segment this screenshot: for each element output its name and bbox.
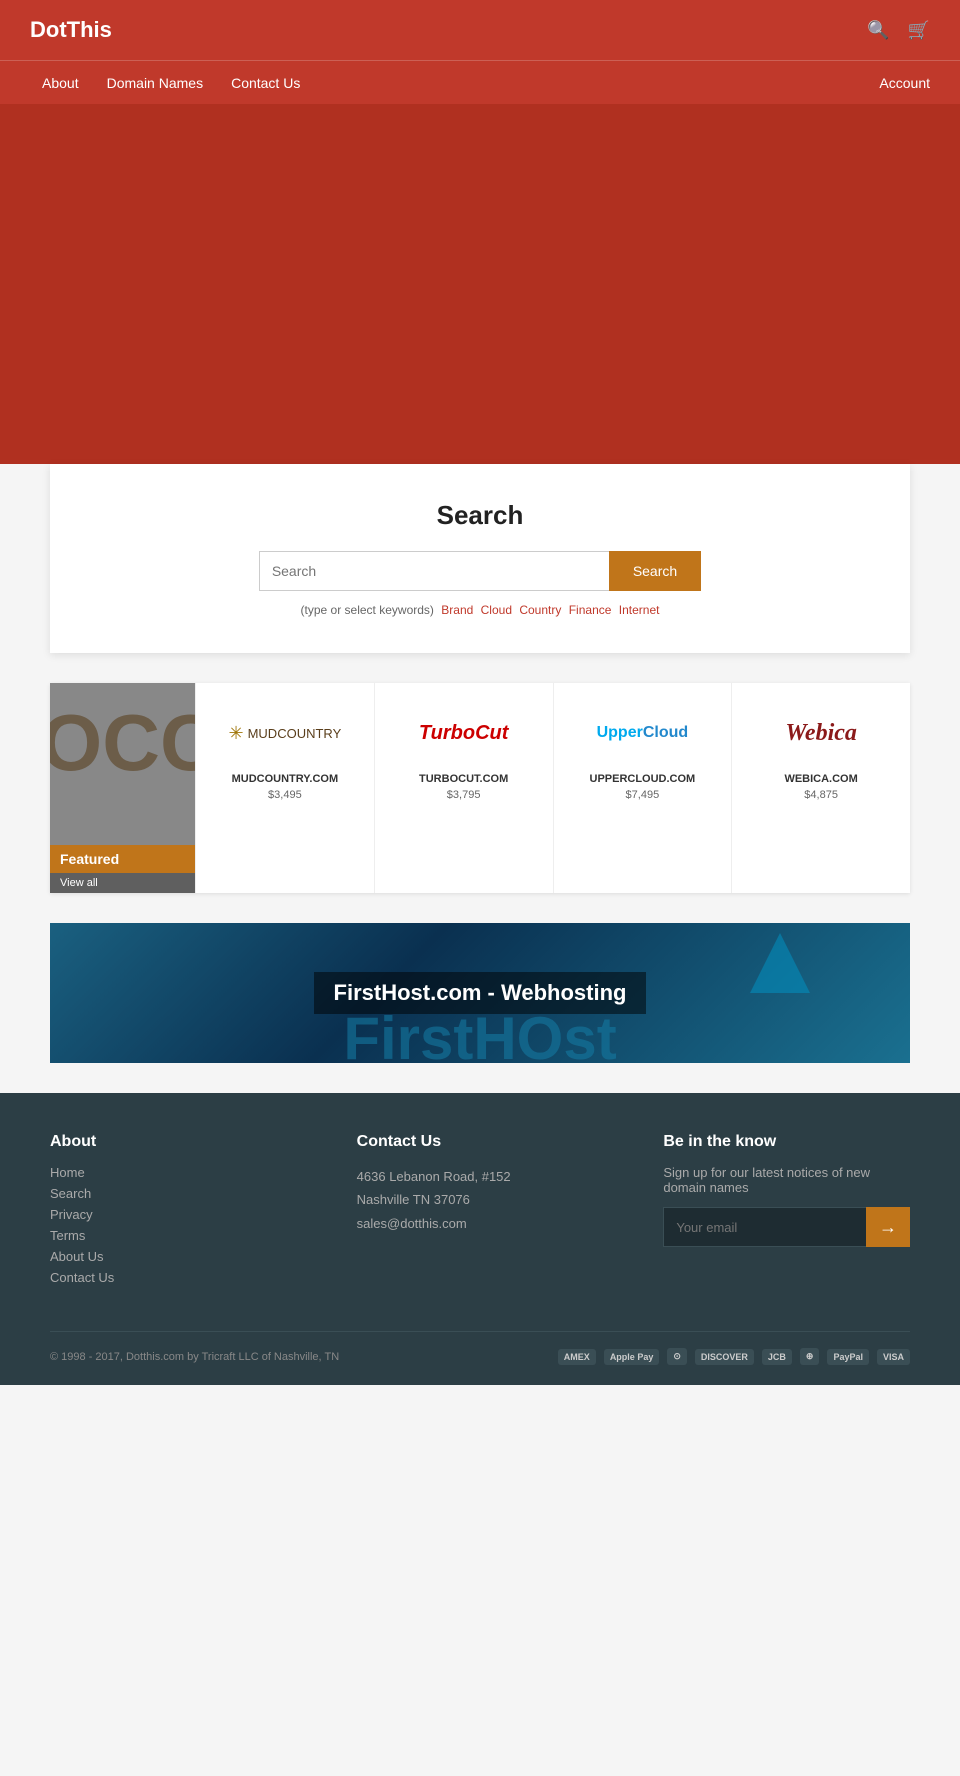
keyword-internet[interactable]: Internet [619, 603, 660, 617]
nav-left: About Domain Names Contact Us [30, 67, 312, 99]
footer-address-email: sales@dotthis.com [357, 1212, 604, 1235]
product-card-mudcountry[interactable]: ✳ MUDCOUNTRY MUDCOUNTRY.COM $3,495 [195, 683, 374, 893]
cart-icon[interactable]: 🛒 [908, 20, 930, 41]
product-card-turbocut[interactable]: TurboCut TURBOCUT.COM $3,795 [374, 683, 553, 893]
keyword-brand[interactable]: Brand [441, 603, 473, 617]
footer-newsletter-text: Sign up for our latest notices of new do… [663, 1165, 910, 1195]
firsthost-banner[interactable]: FirstHOst FirstHost.com - Webhosting [50, 923, 910, 1063]
mudcountry-sun-icon: ✳ [229, 723, 244, 744]
search-row: Search [90, 551, 870, 591]
footer-copyright: © 1998 - 2017, Dotthis.com by Tricraft L… [50, 1351, 339, 1363]
top-header: DotThis 🔍 🛒 [0, 0, 960, 60]
footer-address-line1: 4636 Lebanon Road, #152 [357, 1165, 604, 1188]
product-logo-webica: Webica [742, 703, 900, 763]
payment-paypal: PayPal [827, 1349, 869, 1365]
product-name-webica: WEBICA.COM [742, 773, 900, 785]
product-price-mudcountry: $3,495 [206, 789, 364, 801]
products-section: OCC Featured View all ✳ MUDCOUNTRY MUDCO… [0, 653, 960, 923]
product-name-turbocut: TURBOCUT.COM [385, 773, 543, 785]
mudcountry-logo-text: MUDCOUNTRY [248, 726, 342, 741]
nav-account[interactable]: Account [879, 75, 930, 91]
product-card-uppercloud[interactable]: UpperCloud UPPERCLOUD.COM $7,495 [553, 683, 732, 893]
footer-address: 4636 Lebanon Road, #152 Nashville TN 370… [357, 1165, 604, 1235]
footer-link-about-us[interactable]: About Us [50, 1249, 297, 1264]
header-icons: 🔍 🛒 [867, 20, 930, 41]
search-section: Search Search (type or select keywords) … [50, 464, 910, 653]
newsletter-email-input[interactable] [663, 1207, 866, 1247]
payment-mastercard: ⊕ [800, 1348, 820, 1365]
footer-link-terms[interactable]: Terms [50, 1228, 297, 1243]
hero-banner [0, 104, 960, 464]
webica-logo-text: Webica [785, 720, 857, 747]
product-logo-uppercloud: UpperCloud [564, 703, 722, 763]
products-grid: OCC Featured View all ✳ MUDCOUNTRY MUDCO… [50, 683, 910, 893]
banner-arrow-icon [750, 933, 810, 993]
footer-contact-col: Contact Us 4636 Lebanon Road, #152 Nashv… [357, 1133, 604, 1291]
product-name-uppercloud: UPPERCLOUD.COM [564, 773, 722, 785]
footer-bottom: © 1998 - 2017, Dotthis.com by Tricraft L… [50, 1331, 910, 1365]
payment-diners: ⊙ [667, 1348, 687, 1365]
newsletter-submit-button[interactable]: → [866, 1207, 910, 1247]
nav-contact-us[interactable]: Contact Us [219, 67, 312, 99]
product-price-webica: $4,875 [742, 789, 900, 801]
footer: About Home Search Privacy Terms About Us… [0, 1093, 960, 1385]
search-button[interactable]: Search [609, 551, 701, 591]
keyword-country[interactable]: Country [519, 603, 561, 617]
site-title[interactable]: DotThis [30, 17, 112, 43]
keyword-finance[interactable]: Finance [569, 603, 612, 617]
product-price-uppercloud: $7,495 [564, 789, 722, 801]
keywords-prefix: (type or select keywords) [301, 603, 434, 617]
payment-jcb: JCB [762, 1349, 792, 1365]
payment-amex: AMEX [558, 1349, 596, 1365]
nav-about[interactable]: About [30, 67, 91, 99]
footer-link-home[interactable]: Home [50, 1165, 297, 1180]
featured-label: Featured [50, 845, 195, 873]
footer-link-search[interactable]: Search [50, 1186, 297, 1201]
featured-card: OCC Featured View all [50, 683, 195, 893]
product-price-turbocut: $3,795 [385, 789, 543, 801]
payment-icons: AMEX Apple Pay ⊙ DISCOVER JCB ⊕ PayPal V… [558, 1348, 910, 1365]
footer-grid: About Home Search Privacy Terms About Us… [50, 1133, 910, 1291]
product-logo-mudcountry: ✳ MUDCOUNTRY [206, 703, 364, 763]
view-all-button[interactable]: View all [50, 873, 195, 893]
payment-discover: DISCOVER [695, 1349, 754, 1365]
product-name-mudcountry: MUDCOUNTRY.COM [206, 773, 364, 785]
search-keywords: (type or select keywords) Brand Cloud Co… [90, 603, 870, 617]
banner-overlay-text: FirstHost.com - Webhosting [314, 972, 647, 1014]
search-icon[interactable]: 🔍 [867, 20, 889, 41]
search-title: Search [90, 500, 870, 531]
footer-about-col: About Home Search Privacy Terms About Us… [50, 1133, 297, 1291]
footer-contact-heading: Contact Us [357, 1133, 604, 1151]
footer-address-line2: Nashville TN 37076 [357, 1188, 604, 1211]
nav-domain-names[interactable]: Domain Names [95, 67, 215, 99]
footer-about-heading: About [50, 1133, 297, 1151]
payment-visa: VISA [877, 1349, 910, 1365]
featured-bg-text: OCC [50, 703, 195, 783]
nav-bar: About Domain Names Contact Us Account [0, 60, 960, 104]
product-logo-turbocut: TurboCut [385, 703, 543, 763]
footer-newsletter-heading: Be in the know [663, 1133, 910, 1151]
turbocut-logo-text: TurboCut [419, 722, 509, 745]
keyword-cloud[interactable]: Cloud [481, 603, 512, 617]
search-input[interactable] [259, 551, 609, 591]
payment-applepay: Apple Pay [604, 1349, 660, 1365]
footer-link-privacy[interactable]: Privacy [50, 1207, 297, 1222]
newsletter-row: → [663, 1207, 910, 1247]
product-card-webica[interactable]: Webica WEBICA.COM $4,875 [731, 683, 910, 893]
footer-link-contact-us[interactable]: Contact Us [50, 1270, 297, 1285]
footer-newsletter-col: Be in the know Sign up for our latest no… [663, 1133, 910, 1291]
uppercloud-logo-text: UpperCloud [597, 724, 689, 742]
